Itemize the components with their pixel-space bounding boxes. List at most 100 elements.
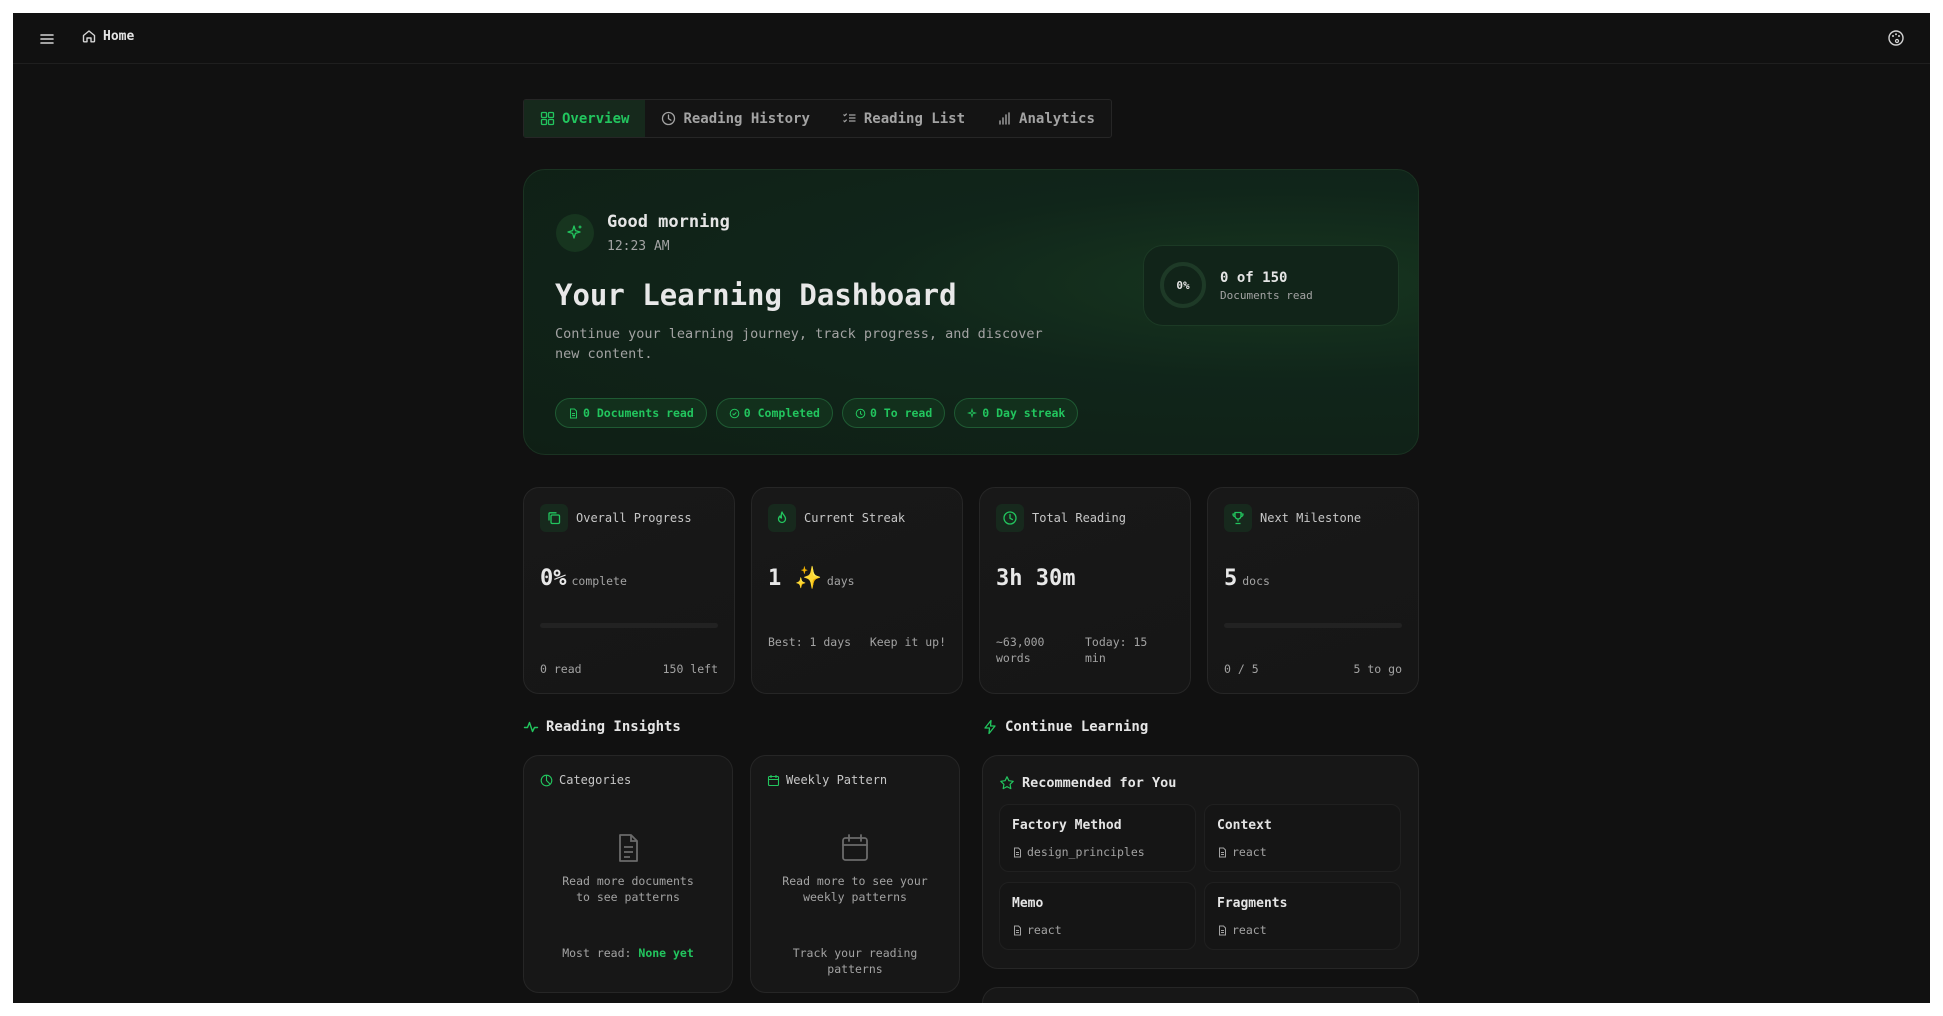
today-minutes: Today: 15 min xyxy=(1085,635,1148,665)
category-label: react xyxy=(1232,923,1267,937)
milestone-count: 0 / 5 xyxy=(1224,662,1259,676)
item-category: react xyxy=(1012,923,1062,937)
milestone-remaining: 5 to go xyxy=(1353,662,1402,676)
most-read-label: Most read: xyxy=(562,946,632,960)
card-value: 5 docs xyxy=(1224,566,1270,591)
recommendation-item[interactable]: Fragments react xyxy=(1204,882,1401,950)
category-label: react xyxy=(1027,923,1062,937)
card-header: Weekly Pattern xyxy=(767,773,887,787)
card-title: Weekly Pattern xyxy=(786,773,888,787)
tab-reading-list[interactable]: Reading List xyxy=(826,100,981,137)
chip-label: 0 To read xyxy=(869,406,933,420)
home-icon xyxy=(81,28,97,44)
check-circle-icon xyxy=(729,408,740,419)
tab-bar: Overview Reading History Reading List An… xyxy=(523,99,1112,138)
grid-icon xyxy=(540,111,555,126)
chip-documents-read: 0 Documents read xyxy=(555,398,707,428)
streak-note: Keep it up! xyxy=(869,635,946,649)
recommendation-item[interactable]: Factory Method design_principles xyxy=(999,804,1196,872)
palette-icon[interactable] xyxy=(1886,28,1906,48)
tab-label: Reading List xyxy=(863,110,966,127)
card-value: 0% complete xyxy=(540,566,627,591)
item-category: react xyxy=(1217,845,1267,859)
empty-message: Read more to see your weekly patterns xyxy=(782,874,928,904)
category-label: react xyxy=(1232,845,1267,859)
sparkles-icon xyxy=(967,407,978,419)
tab-overview[interactable]: Overview xyxy=(524,100,646,137)
weekly-pattern-card: Weekly Pattern Read more to see your wee… xyxy=(750,755,960,993)
item-title: Factory Method xyxy=(1012,818,1122,833)
card-title: Total Reading xyxy=(1032,511,1126,525)
card-title: Next Milestone xyxy=(1260,511,1362,525)
card-header: Recommended for You xyxy=(999,775,1176,791)
item-category: react xyxy=(1217,923,1267,937)
recommendation-item[interactable]: Memo react xyxy=(999,882,1196,950)
overall-progress-card: Overall Progress 0% complete 0 read 150 l… xyxy=(523,487,735,694)
read-count: 0 read xyxy=(540,662,582,676)
item-title: Fragments xyxy=(1217,896,1288,911)
heading-label: Continue Learning xyxy=(1005,719,1149,735)
documents-progress: 0% 0 of 150 Documents read xyxy=(1143,245,1399,326)
category-label: design_principles xyxy=(1027,845,1145,859)
card-value: 1 ✨ days xyxy=(768,566,855,591)
tab-analytics[interactable]: Analytics xyxy=(981,100,1111,137)
home-link[interactable]: Home xyxy=(81,28,134,44)
recommendation-item[interactable]: Context react xyxy=(1204,804,1401,872)
chip-label: 0 Completed xyxy=(743,406,820,420)
clock-icon xyxy=(996,504,1024,532)
total-reading-card: Total Reading 3h 30m ~63,000 words Today… xyxy=(979,487,1191,694)
tab-reading-history[interactable]: Reading History xyxy=(645,100,825,137)
document-icon xyxy=(612,832,644,864)
sparkles-icon xyxy=(556,214,594,252)
progress-ring: 0% xyxy=(1160,262,1206,308)
recommended-card: Recommended for You Factory Method desig… xyxy=(982,755,1419,969)
calendar-icon xyxy=(839,832,871,864)
progress-count: 0 of 150 xyxy=(1220,270,1288,286)
tab-label: Reading History xyxy=(683,110,810,127)
next-milestone-card: Next Milestone 5 docs 0 / 5 5 to go xyxy=(1207,487,1419,694)
greeting: Good morning xyxy=(607,212,730,232)
page-title: Your Learning Dashboard xyxy=(555,278,957,312)
item-title: Memo xyxy=(1012,896,1044,911)
menu-icon[interactable] xyxy=(37,29,57,49)
heading-label: Reading Insights xyxy=(546,719,681,735)
progress-bar xyxy=(540,623,718,628)
clock-icon xyxy=(661,111,676,126)
tab-label: Overview xyxy=(562,110,630,127)
file-icon xyxy=(1217,847,1228,858)
flame-icon xyxy=(768,504,796,532)
card-value: 3h 30m xyxy=(996,566,1075,591)
reading-insights-heading: Reading Insights xyxy=(523,719,681,735)
card-title: Categories xyxy=(559,773,632,787)
app-window: Home Overview Reading History Reading Li… xyxy=(13,13,1930,1003)
chip-completed: 0 Completed xyxy=(715,398,833,428)
continue-learning-heading: Continue Learning xyxy=(982,719,1148,735)
file-icon xyxy=(568,408,579,419)
value: 1 ✨ xyxy=(768,566,822,591)
zap-icon xyxy=(982,719,998,735)
most-read-value: None yet xyxy=(638,946,694,960)
calendar-icon xyxy=(767,774,780,787)
word-count: ~63,000 words xyxy=(996,635,1045,665)
left-count: 150 left xyxy=(662,662,718,676)
best-streak: Best: 1 days xyxy=(768,635,852,649)
file-icon xyxy=(1012,847,1023,858)
current-streak-card: Current Streak 1 ✨ days Best: 1 days Keep… xyxy=(751,487,963,694)
chip-label: 0 Documents read xyxy=(583,406,694,420)
most-read: Most read: None yet xyxy=(524,945,732,961)
chip-day-streak: 0 Day streak xyxy=(954,398,1079,428)
file-icon xyxy=(1217,925,1228,936)
tab-label: Analytics xyxy=(1019,110,1095,127)
page-subtitle: Continue your learning journey, track pr… xyxy=(555,326,1043,362)
card-title: Current Streak xyxy=(804,511,906,525)
unit: days xyxy=(826,574,855,588)
card-title: Recommended for You xyxy=(1022,775,1177,791)
top-bar: Home xyxy=(13,13,1930,64)
unit: docs xyxy=(1242,574,1270,588)
progress-label: Documents read xyxy=(1220,289,1313,302)
next-card-partial xyxy=(982,987,1419,1003)
empty-message: Read more documents to see patterns xyxy=(562,874,694,904)
copy-icon xyxy=(540,504,568,532)
unit: complete xyxy=(571,574,627,588)
list-checks-icon xyxy=(842,111,857,126)
